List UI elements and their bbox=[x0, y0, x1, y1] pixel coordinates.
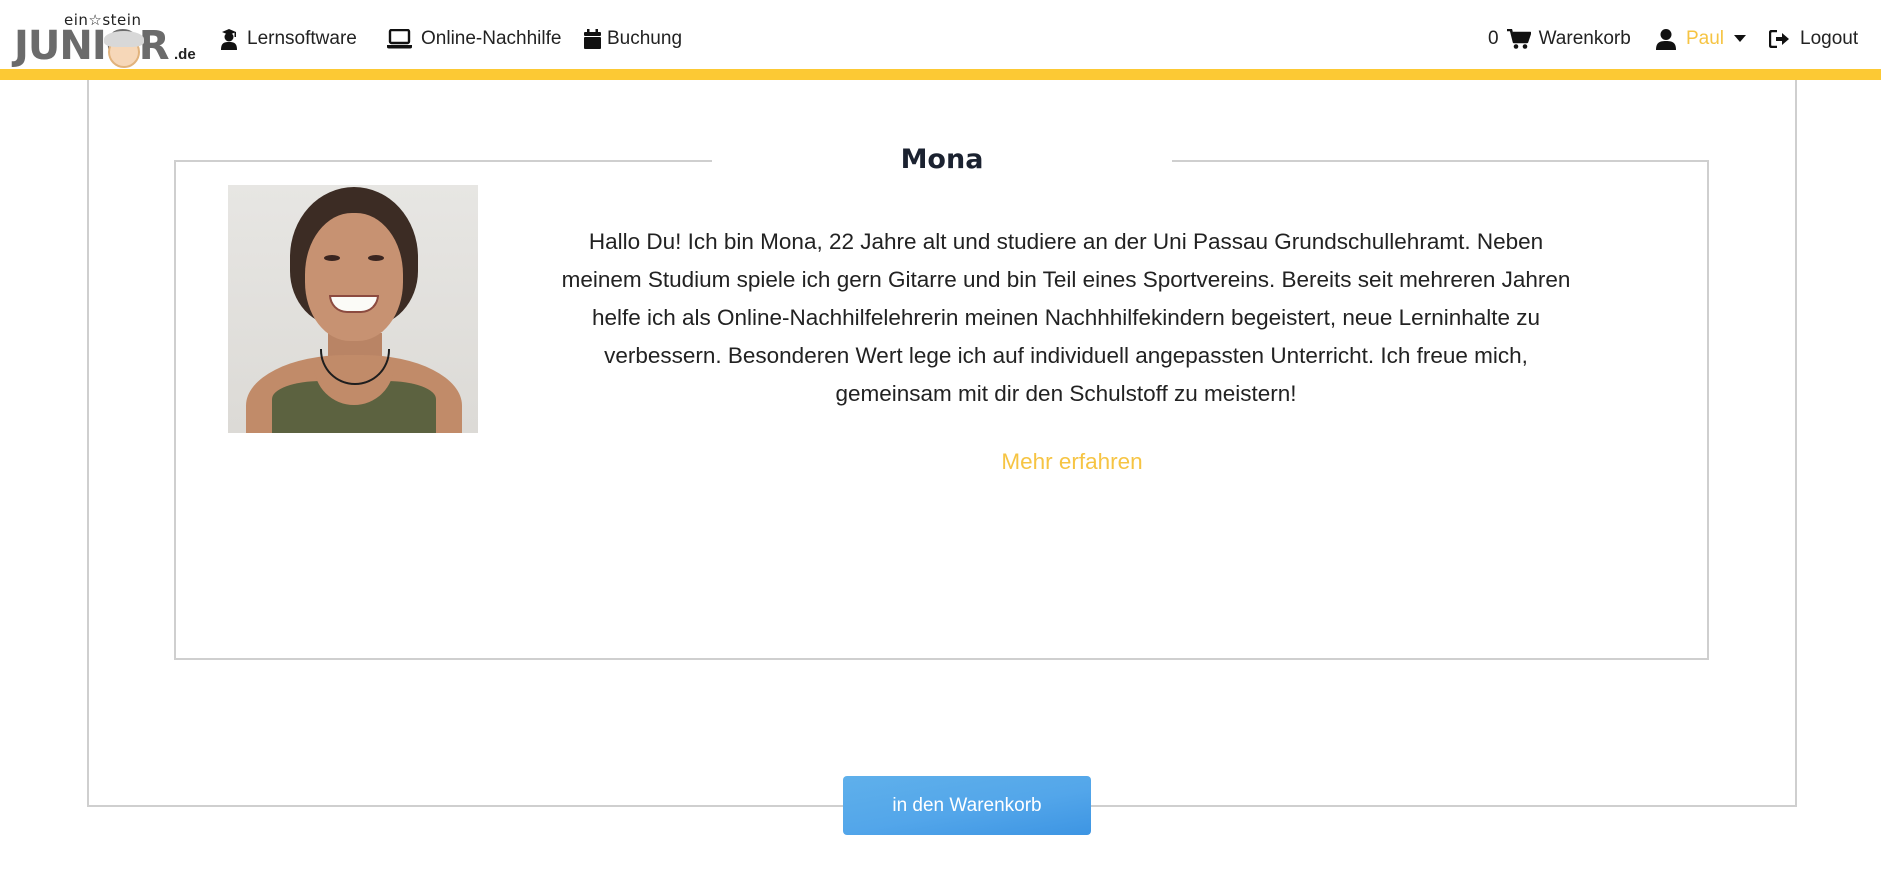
calendar-icon bbox=[584, 29, 601, 49]
nav-user-menu[interactable]: Paul bbox=[1656, 26, 1747, 52]
nav-lernsoftware[interactable]: Lernsoftware bbox=[220, 26, 357, 52]
logout-label: Logout bbox=[1800, 28, 1859, 49]
tutor-name: Mona bbox=[712, 142, 1172, 178]
caret-down-icon bbox=[1734, 35, 1747, 42]
logo-main-text: JUNIOR bbox=[14, 23, 170, 69]
laptop-icon bbox=[387, 29, 412, 49]
more-info-link[interactable]: Mehr erfahren bbox=[972, 449, 1172, 475]
user-icon bbox=[1656, 28, 1676, 50]
user-name: Paul bbox=[1686, 28, 1725, 49]
nav-buchung-label: Buchung bbox=[607, 28, 683, 49]
tutor-photo bbox=[228, 185, 478, 433]
graduate-icon bbox=[221, 28, 237, 50]
cart-count: 0 bbox=[1488, 28, 1499, 49]
cart-label: Warenkorb bbox=[1538, 28, 1631, 49]
nav-nachhilfe-label: Online-Nachhilfe bbox=[421, 28, 562, 49]
nav-logout[interactable]: Logout bbox=[1769, 26, 1858, 52]
logo-mascot-icon bbox=[104, 31, 144, 68]
logout-icon bbox=[1769, 30, 1789, 48]
nav-buchung[interactable]: Buchung bbox=[584, 26, 682, 52]
nav-cart[interactable]: 0 Warenkorb bbox=[1488, 26, 1631, 52]
add-to-cart-button[interactable]: in den Warenkorb bbox=[843, 776, 1091, 835]
tutor-bio: Hallo Du! Ich bin Mona, 22 Jahre alt und… bbox=[561, 229, 1571, 406]
nav-online-nachhilfe[interactable]: Online-Nachhilfe bbox=[387, 26, 561, 52]
logo-suffix-text: .de bbox=[174, 46, 196, 63]
top-navbar: ein☆stein JUNIOR .de Lernsoftware Online… bbox=[0, 0, 1881, 80]
shopping-cart-icon bbox=[1506, 29, 1531, 49]
brand-logo[interactable]: ein☆stein JUNIOR .de bbox=[14, 8, 196, 69]
nav-lernsoftware-label: Lernsoftware bbox=[247, 28, 357, 49]
